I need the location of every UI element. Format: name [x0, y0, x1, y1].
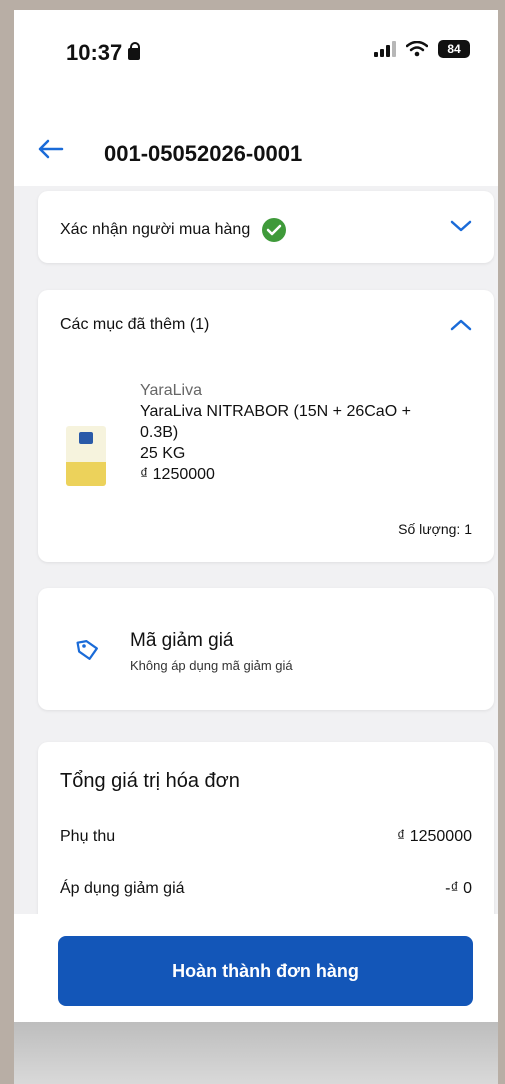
coupon-title: Mã giảm giá — [130, 630, 234, 651]
battery-indicator: 84 — [438, 40, 470, 58]
lock-icon — [128, 42, 141, 60]
page-title: 001-05052026-0001 — [104, 141, 303, 166]
invoice-total-title: Tổng giá trị hóa đơn — [60, 770, 240, 792]
signal-icon — [374, 41, 396, 57]
discount-value: -₫ 0 — [445, 880, 472, 897]
discount-label: Áp dụng giảm giá — [60, 880, 185, 897]
time-text: 10:37 — [66, 40, 123, 65]
coupon-card[interactable]: Mã giảm giá Không áp dụng mã giảm giá — [38, 588, 494, 710]
discount-row: Áp dụng giảm giá -₫ 0 — [60, 880, 472, 898]
back-arrow-icon[interactable] — [36, 138, 64, 160]
chevron-down-icon[interactable] — [450, 219, 472, 233]
page-header: 001-05052026-0001 — [14, 100, 498, 186]
product-image — [66, 426, 106, 486]
buyer-confirmation-label: Xác nhận người mua hàng — [60, 221, 251, 239]
product-name-line1: YaraLiva NITRABOR (15N + 26CaO + — [140, 403, 411, 420]
surcharge-value: ₫ 1250000 — [397, 828, 472, 845]
coupon-subtitle: Không áp dụng mã giảm giá — [130, 658, 293, 673]
product-name-line2: 0.3B) — [140, 424, 179, 441]
surcharge-label: Phụ thu — [60, 828, 116, 845]
bottom-shadow — [14, 1022, 498, 1084]
added-items-title: Các mục đã thêm (1) — [60, 316, 210, 333]
bottom-action-bar: Hoàn thành đơn hàng — [14, 914, 498, 1022]
product-details: YaraLiva YaraLiva NITRABOR (15N + 26CaO … — [140, 380, 411, 485]
chevron-up-icon[interactable] — [450, 318, 472, 332]
product-price: ₫ 1250000 — [140, 466, 215, 483]
added-items-card: Các mục đã thêm (1) YaraLiva YaraLiva NI… — [38, 290, 494, 562]
status-time: 10:37 — [66, 40, 141, 66]
buyer-confirmation-row: Xác nhận người mua hàng — [60, 217, 287, 243]
tag-icon — [76, 640, 98, 660]
product-quantity: Số lượng: 1 — [398, 521, 472, 537]
surcharge-row: Phụ thu ₫ 1250000 — [60, 828, 472, 846]
status-bar: 10:37 84 — [14, 10, 498, 100]
complete-order-button[interactable]: Hoàn thành đơn hàng — [58, 936, 473, 1006]
phone-screen: 10:37 84 001-05052026-0001 Xác nhận ngườ… — [14, 10, 498, 1084]
product-brand: YaraLiva — [140, 382, 202, 399]
wifi-icon — [406, 41, 428, 57]
system-indicators: 84 — [374, 40, 470, 58]
buyer-confirmation-card[interactable]: Xác nhận người mua hàng — [38, 191, 494, 263]
check-circle-icon — [261, 218, 286, 242]
product-size: 25 KG — [140, 445, 186, 462]
